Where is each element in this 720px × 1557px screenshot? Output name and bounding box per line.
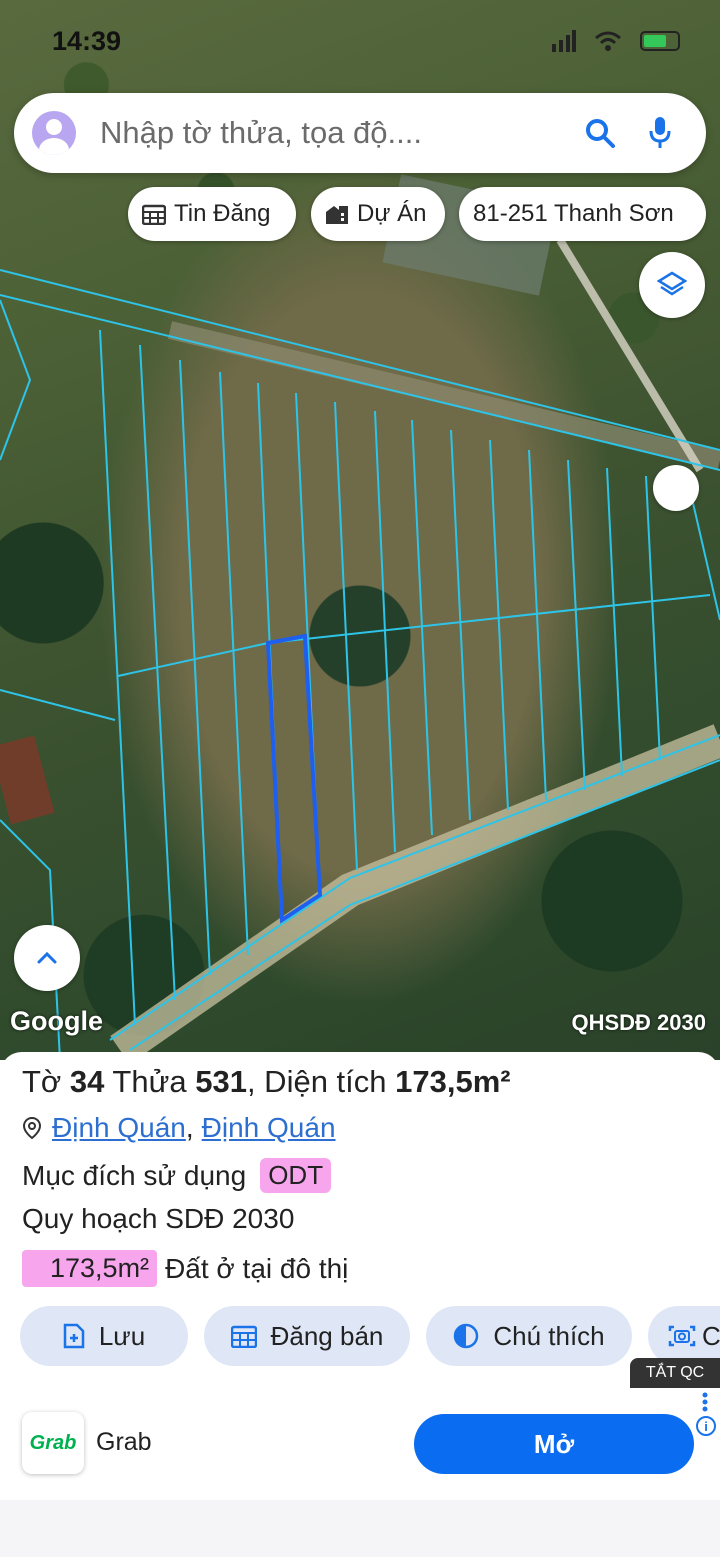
plan-layer-label: QHSDĐ 2030: [571, 1010, 706, 1035]
building-icon: [326, 206, 348, 224]
land-use-purpose: Mục đích sử dụng ODT: [22, 1158, 332, 1193]
legend-label: Chú thích: [493, 1320, 605, 1351]
ad-app-name: Grab: [96, 1428, 152, 1456]
location-ward-link[interactable]: Định Quán: [52, 1112, 186, 1144]
avatar-icon[interactable]: [32, 111, 76, 155]
search-input[interactable]: [100, 115, 578, 151]
more-vertical-icon[interactable]: [700, 1392, 710, 1412]
chip-address-label: 81-251 Thanh Sơn: [473, 200, 674, 227]
status-time: 14:39: [52, 26, 122, 56]
area-value: 173,5m²: [395, 1064, 511, 1099]
zone-area-row: 173,5m² Đất ở tại đô thị: [22, 1250, 348, 1287]
close-ad-button[interactable]: TẮT QC: [630, 1358, 720, 1388]
action-bar: Lưu Đăng bán Chú thích C: [20, 1306, 720, 1366]
expand-up-button[interactable]: [14, 925, 80, 991]
wifi-icon: [595, 31, 621, 51]
location-separator: ,: [185, 1112, 194, 1143]
post-sale-label: Đăng bán: [270, 1320, 384, 1351]
location-pin-icon: [22, 1116, 42, 1140]
search-bar[interactable]: [14, 93, 706, 173]
contrast-icon: [454, 1323, 479, 1349]
signal-icon: [552, 30, 576, 52]
search-icon[interactable]: [578, 111, 622, 155]
chip-projects[interactable]: Dự Án: [311, 187, 445, 241]
layers-button[interactable]: [639, 252, 705, 318]
map-drag-handle[interactable]: [653, 465, 699, 511]
parcel-location: Định Quán, Định Quán: [22, 1112, 336, 1144]
location-district-link[interactable]: Định Quán: [202, 1112, 336, 1144]
parcel-title: Tờ 34 Thửa 531, Diện tích 173,5m²: [22, 1064, 511, 1100]
save-button[interactable]: Lưu: [20, 1306, 188, 1366]
camera-icon: [668, 1325, 696, 1347]
save-label: Lưu: [98, 1320, 146, 1351]
purpose-code-badge: ODT: [260, 1158, 332, 1193]
zone-description: Đất ở tại đô thị: [165, 1252, 349, 1284]
layers-icon: [657, 271, 687, 296]
land-plan-title: Quy hoạch SDĐ 2030: [22, 1203, 295, 1234]
google-logo: Google: [10, 1006, 103, 1036]
sheet-number: 34: [69, 1064, 105, 1099]
plot-prefix: Thửa: [104, 1064, 196, 1099]
sheet-prefix: Tờ: [22, 1064, 70, 1099]
ad-info-icon[interactable]: i: [696, 1416, 716, 1436]
calendar-icon: [142, 204, 166, 225]
purpose-label: Mục đích sử dụng: [22, 1159, 247, 1191]
ad-open-button[interactable]: Mở: [414, 1414, 694, 1474]
battery-icon: [640, 31, 680, 51]
plot-number: 531: [195, 1064, 247, 1099]
chip-projects-label: Dự Án: [357, 200, 427, 227]
calendar-icon: [230, 1325, 257, 1348]
chip-listings[interactable]: Tin Đăng: [128, 187, 296, 241]
chip-address[interactable]: 81-251 Thanh Sơn: [459, 187, 706, 241]
screenshot-button[interactable]: C: [648, 1306, 720, 1366]
satellite-map[interactable]: 14:39 Tin Đăng Dự Án 81-251 Thanh Sơn: [0, 0, 720, 1060]
post-sale-button[interactable]: Đăng bán: [204, 1306, 410, 1366]
legend-button[interactable]: Chú thích: [426, 1306, 632, 1366]
zone-area-chip: 173,5m²: [22, 1250, 158, 1287]
mic-icon[interactable]: [638, 111, 682, 155]
area-prefix: , Diện tích: [246, 1064, 396, 1099]
screenshot-label: C: [702, 1320, 720, 1351]
bottom-safe-area: [0, 1500, 720, 1557]
grab-logo: Grab: [22, 1412, 84, 1474]
status-icons: [552, 30, 680, 52]
chevron-up-icon: [37, 951, 57, 964]
add-file-icon: [63, 1323, 85, 1349]
chip-listings-label: Tin Đăng: [174, 200, 271, 227]
